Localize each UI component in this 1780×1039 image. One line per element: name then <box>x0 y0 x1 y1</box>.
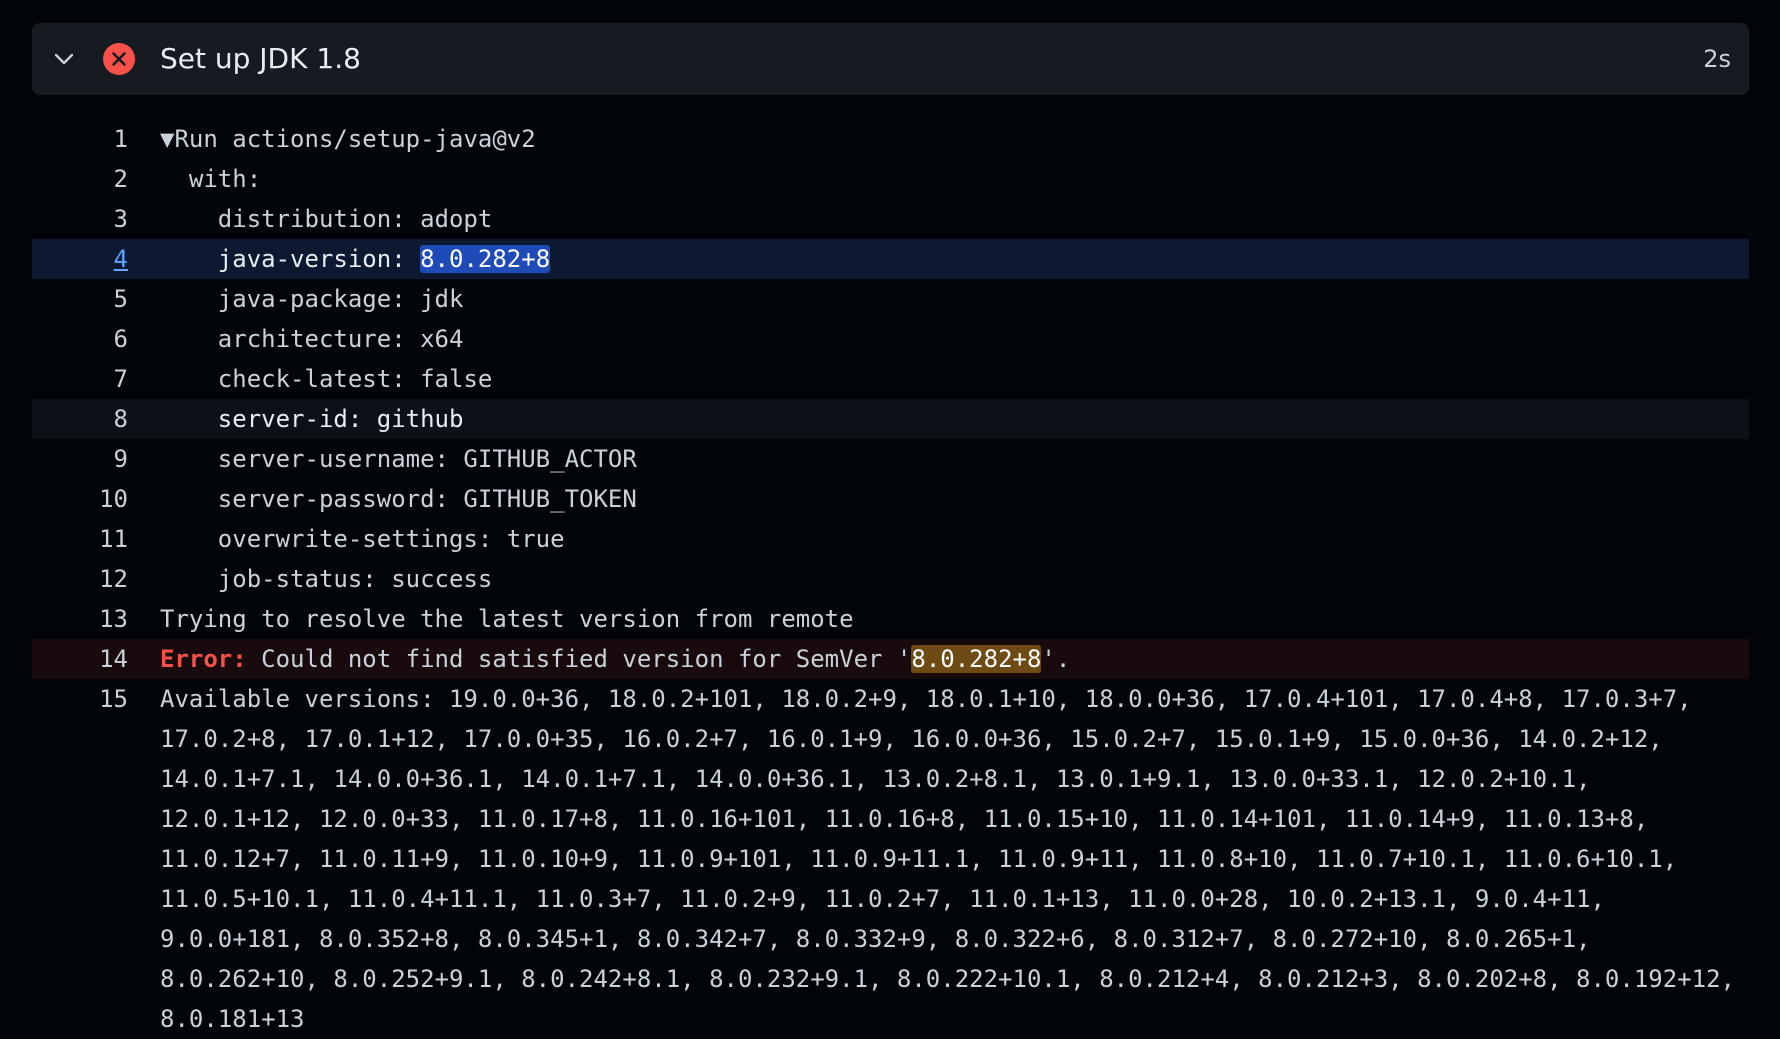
line-number[interactable]: 7 <box>32 359 128 399</box>
line-text: job-status: success <box>160 565 493 593</box>
line-text: server-id: github <box>160 405 464 433</box>
log-line: 9 server-username: GITHUB_ACTOR <box>32 439 1749 479</box>
line-number[interactable]: 11 <box>32 519 128 559</box>
log-line-hovered: 8 server-id: github <box>32 399 1749 439</box>
line-text: check-latest: false <box>160 365 493 393</box>
line-text: Trying to resolve the latest version fro… <box>160 605 854 633</box>
log-line: 5 java-package: jdk <box>32 279 1749 319</box>
line-number[interactable]: 3 <box>32 199 128 239</box>
line-number[interactable]: 13 <box>32 599 128 639</box>
chevron-down-icon[interactable] <box>50 45 78 73</box>
line-text: java-version: <box>160 245 421 273</box>
line-text: architecture: x64 <box>160 325 464 353</box>
step-duration: 2s <box>1703 45 1731 73</box>
line-content: Error: Could not find satisfied version … <box>128 639 1749 679</box>
log-line: 6 architecture: x64 <box>32 319 1749 359</box>
group-toggle-icon[interactable]: ▼ <box>160 125 174 153</box>
log-line: 11 overwrite-settings: true <box>32 519 1749 559</box>
line-number[interactable]: 1 <box>32 119 128 159</box>
error-label: Error: <box>160 645 247 673</box>
log-line: 7 check-latest: false <box>32 359 1749 399</box>
line-text: server-password: GITHUB_TOKEN <box>160 485 637 513</box>
log-line: 15 Available versions: 19.0.0+36, 18.0.2… <box>32 679 1749 1039</box>
line-text: Available versions: 19.0.0+36, 18.0.2+10… <box>160 685 1735 1033</box>
search-highlight: 8.0.282+8 <box>420 245 551 273</box>
line-number[interactable]: 8 <box>32 399 128 439</box>
line-number[interactable]: 14 <box>32 639 128 679</box>
log-line: 12 job-status: success <box>32 559 1749 599</box>
line-text: distribution: adopt <box>160 205 493 233</box>
log-line-error: 14 Error: Could not find satisfied versi… <box>32 639 1749 679</box>
log-line-selected: 4 java-version: 8.0.282+8 <box>32 239 1749 279</box>
line-text: overwrite-settings: true <box>160 525 565 553</box>
search-highlight: 8.0.282+8 <box>911 645 1042 673</box>
line-number[interactable]: 6 <box>32 319 128 359</box>
line-text: Run actions/setup-java@v2 <box>174 125 536 153</box>
line-text: with: <box>160 165 262 193</box>
step-header[interactable]: Set up JDK 1.8 2s <box>32 23 1749 95</box>
log-output: 1 ▼Run actions/setup-java@v2 2 with: 3 d… <box>32 119 1749 1039</box>
log-line: 2 with: <box>32 159 1749 199</box>
line-number[interactable]: 15 <box>32 679 128 1039</box>
line-number[interactable]: 10 <box>32 479 128 519</box>
log-line: 13 Trying to resolve the latest version … <box>32 599 1749 639</box>
line-text-suffix: '. <box>1041 645 1071 673</box>
line-content: java-version: 8.0.282+8 <box>128 239 1749 279</box>
log-line: 10 server-password: GITHUB_TOKEN <box>32 479 1749 519</box>
line-content[interactable]: ▼Run actions/setup-java@v2 <box>128 119 1749 159</box>
log-line: 1 ▼Run actions/setup-java@v2 <box>32 119 1749 159</box>
step-title: Set up JDK 1.8 <box>160 42 361 75</box>
line-number-link[interactable]: 4 <box>32 239 128 279</box>
line-number[interactable]: 9 <box>32 439 128 479</box>
line-text: Could not find satisfied version for Sem… <box>246 645 912 673</box>
line-text: server-username: GITHUB_ACTOR <box>160 445 637 473</box>
line-number[interactable]: 5 <box>32 279 128 319</box>
line-text: java-package: jdk <box>160 285 464 313</box>
line-number[interactable]: 2 <box>32 159 128 199</box>
log-line: 3 distribution: adopt <box>32 199 1749 239</box>
line-number[interactable]: 12 <box>32 559 128 599</box>
x-circle-icon <box>103 43 135 75</box>
